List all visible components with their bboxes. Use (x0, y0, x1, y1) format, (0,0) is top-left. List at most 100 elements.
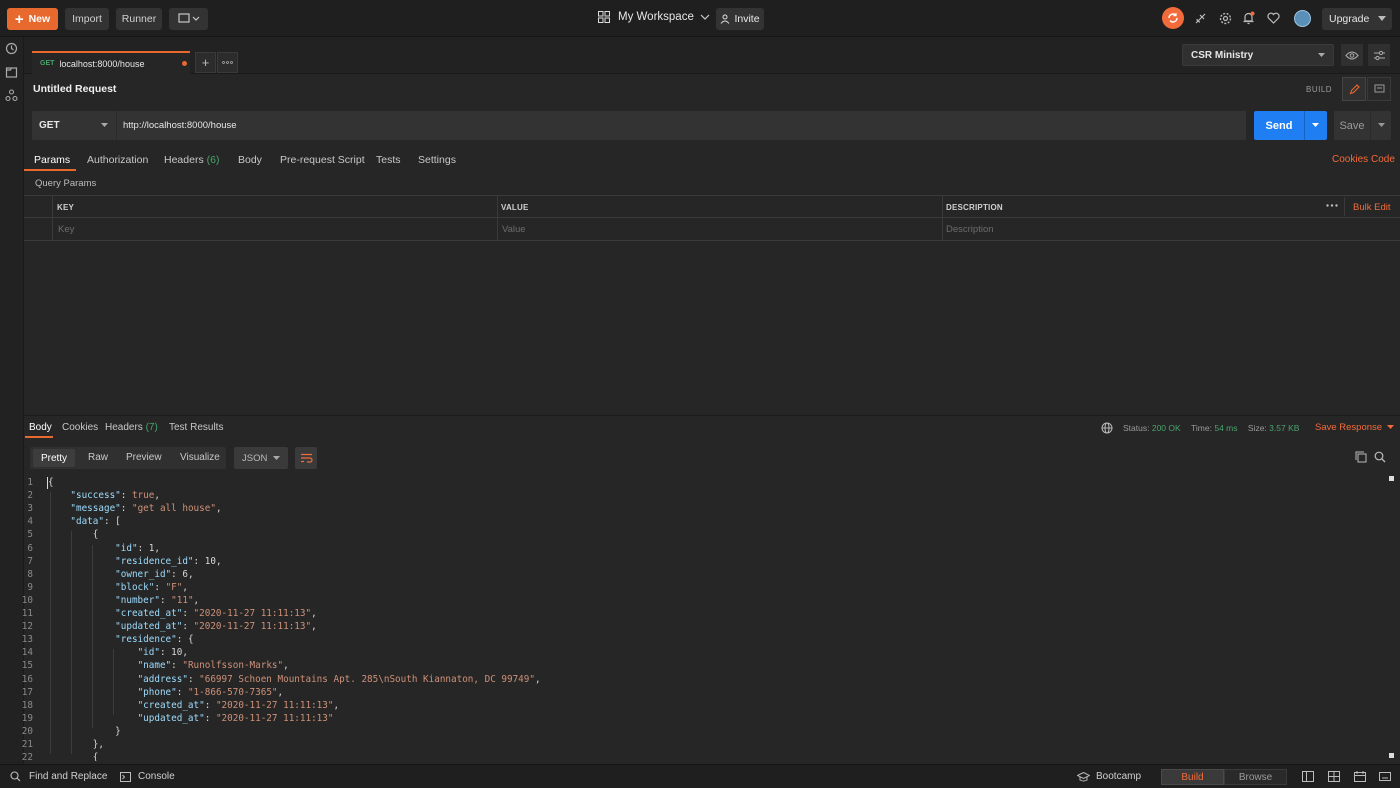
new-tab-button[interactable]: + (195, 52, 216, 73)
response-tab-underline (25, 436, 53, 438)
value-input[interactable]: Value (502, 224, 526, 235)
key-input[interactable]: Key (58, 224, 74, 235)
two-pane-icon[interactable] (1302, 771, 1314, 782)
code-line: { (48, 752, 99, 761)
tab-tests[interactable]: Tests (376, 154, 401, 166)
avatar[interactable] (1294, 10, 1311, 27)
code-line: { (48, 477, 54, 488)
tab-body[interactable]: Body (238, 154, 262, 166)
sliders-icon[interactable] (1368, 44, 1390, 66)
globe-icon[interactable] (1101, 422, 1113, 434)
send-button[interactable]: Send (1254, 111, 1327, 140)
search-icon[interactable] (1374, 451, 1386, 463)
view-preview-button[interactable]: Preview (126, 452, 162, 463)
request-name[interactable]: Untitled Request (33, 83, 116, 95)
code-line: "phone": "1-866-570-7365", (137, 686, 284, 698)
line-number: 16 (21, 673, 33, 685)
code-scrollbar[interactable] (1389, 476, 1394, 758)
wrap-lines-button[interactable] (295, 447, 317, 469)
line-number: 17 (21, 686, 33, 698)
invite-button[interactable]: Invite (716, 8, 764, 30)
request-tab[interactable]: GET localhost:8000/house (32, 51, 190, 74)
response-tab-headers[interactable]: Headers (7) (105, 422, 158, 433)
runner-button[interactable]: Runner (116, 8, 162, 30)
code-line: "id": 1, (115, 542, 160, 554)
code-line: "residence_id": 10, (115, 555, 222, 567)
method-select[interactable]: GET (32, 111, 116, 140)
col-key: KEY (57, 203, 75, 212)
workspace-switcher[interactable]: My Workspace (598, 11, 710, 23)
heart-icon[interactable] (1267, 12, 1280, 24)
tab-headers[interactable]: Headers (6) (164, 154, 219, 166)
calendar-icon[interactable] (1354, 771, 1366, 782)
save-button[interactable]: Save (1334, 111, 1391, 140)
find-replace-button[interactable]: Find and Replace (10, 771, 107, 782)
response-body-code[interactable]: 1 {2 "success": true, 3 "message": "get al… (0, 477, 1376, 761)
code-link[interactable]: Code (1371, 154, 1395, 165)
save-response-button[interactable]: Save Response (1315, 422, 1395, 433)
tab-settings[interactable]: Settings (418, 154, 456, 166)
code-line: "data": [ (70, 516, 121, 528)
tab-options-button[interactable] (217, 52, 238, 73)
code-line: "created_at": "2020-11-27 11:11:13", (115, 608, 317, 619)
window-icon (177, 13, 199, 23)
tab-authorization[interactable]: Authorization (87, 154, 148, 166)
time-value: 54 ms (1214, 423, 1238, 433)
import-button[interactable]: Import (65, 8, 109, 30)
upgrade-button[interactable]: Upgrade (1322, 8, 1392, 30)
apis-icon[interactable] (5, 89, 18, 102)
indent-guide (50, 492, 51, 755)
graduation-cap-icon (1077, 771, 1090, 781)
copy-icon[interactable] (1355, 451, 1367, 463)
user-icon (721, 14, 730, 24)
split-view-icon[interactable] (1328, 771, 1340, 782)
view-visualize-button[interactable]: Visualize (180, 452, 220, 463)
code-line: "block": "F", (115, 581, 188, 593)
new-button[interactable]: + New (7, 8, 58, 30)
code-line: "updated_at": "2020-11-27 11:11:13", (115, 621, 317, 633)
bootcamp-button[interactable]: Bootcamp (1077, 771, 1141, 782)
more-horizontal-icon (222, 61, 233, 64)
view-pretty-button[interactable]: Pretty (33, 449, 75, 467)
grid-icon (598, 11, 610, 23)
environment-select[interactable]: CSR Ministry (1182, 44, 1334, 66)
response-tab-cookies[interactable]: Cookies (62, 422, 98, 433)
url-input[interactable]: http://localhost:8000/house (116, 111, 1246, 140)
bulk-edit-link[interactable]: Bulk Edit (1353, 202, 1391, 213)
line-number: 13 (21, 634, 33, 646)
caret-down-icon (1318, 53, 1325, 57)
code-line: } (48, 725, 121, 737)
view-raw-button[interactable]: Raw (88, 452, 108, 463)
line-number: 7 (27, 555, 33, 567)
build-label: BUILD (1306, 85, 1333, 94)
gear-icon[interactable] (1219, 12, 1232, 25)
keyboard-icon[interactable] (1379, 772, 1391, 781)
satellite-icon[interactable] (1194, 12, 1207, 25)
build-toggle[interactable]: Build (1161, 769, 1224, 785)
edit-mode-button[interactable] (1342, 77, 1366, 101)
collections-icon[interactable] (5, 66, 18, 79)
chevron-down-icon (700, 14, 710, 20)
response-tab-test-results[interactable]: Test Results (169, 422, 223, 433)
history-icon[interactable] (5, 42, 18, 55)
send-options-divider (1304, 111, 1305, 140)
line-number: 19 (21, 712, 33, 724)
description-input[interactable]: Description (946, 224, 994, 235)
bell-icon[interactable] (1242, 11, 1255, 25)
response-tab-body[interactable]: Body (29, 422, 52, 433)
tab-params[interactable]: Params (34, 154, 70, 166)
comment-mode-button[interactable] (1367, 77, 1391, 101)
code-line: "id": 10, (137, 647, 188, 659)
eye-icon[interactable] (1341, 44, 1363, 66)
browse-toggle[interactable]: Browse (1224, 769, 1287, 785)
tab-pre-request-script[interactable]: Pre-request Script (280, 154, 365, 166)
more-options-icon[interactable] (1326, 204, 1338, 207)
caret-down-icon (273, 456, 280, 460)
caret-down-icon (101, 123, 108, 127)
sync-icon[interactable] (1162, 7, 1184, 29)
new-window-button[interactable] (169, 8, 208, 30)
format-select[interactable]: JSON (234, 447, 288, 469)
scroll-up-arrow (1389, 476, 1394, 481)
cookies-link[interactable]: Cookies (1332, 154, 1368, 165)
console-button[interactable]: Console (120, 771, 175, 782)
